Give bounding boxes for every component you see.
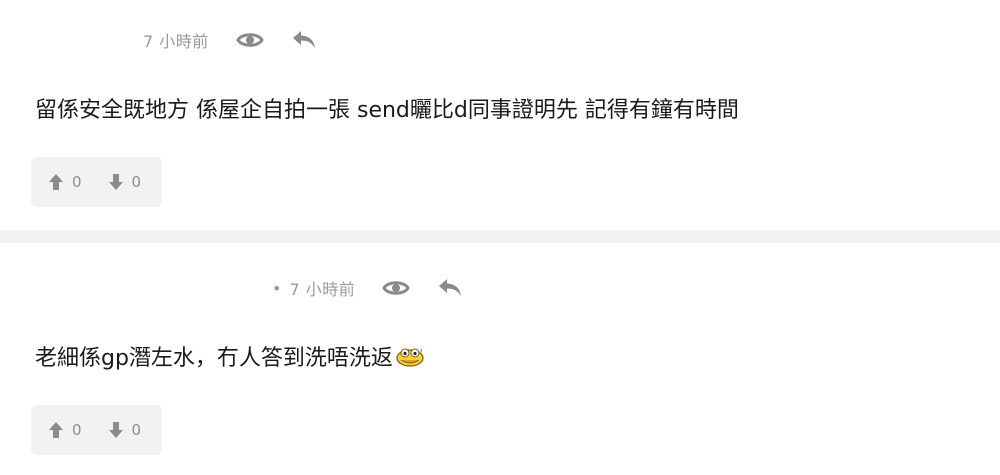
vote-box: 0 0 (31, 405, 162, 455)
downvote-count: 0 (131, 421, 142, 439)
arrow-down-icon (108, 173, 124, 191)
timestamp: 7 小時前 (143, 32, 209, 51)
sweating-face-emoji-icon (395, 344, 424, 368)
meta-dot: • (272, 278, 282, 298)
arrow-up-icon (48, 173, 64, 191)
eye-icon[interactable] (381, 273, 411, 303)
comment-text-row: 老細係gp潛左水，冇人答到洗唔洗返 (35, 340, 424, 372)
reply-arrow-icon[interactable] (435, 273, 465, 303)
downvote-count: 0 (131, 173, 142, 191)
comment-text: 老細係gp潛左水，冇人答到洗唔洗返 (35, 346, 393, 371)
upvote-button[interactable]: 0 (48, 421, 82, 439)
upvote-count: 0 (72, 173, 82, 191)
vote-box: 0 0 (31, 157, 162, 207)
comment-separator (0, 230, 1000, 243)
reply-arrow-icon[interactable] (289, 25, 319, 55)
upvote-button[interactable]: 0 (48, 173, 82, 191)
comment-meta: 7 小時前 (143, 25, 319, 55)
eye-icon[interactable] (235, 25, 265, 55)
comment-meta: • 7 小時前 (272, 273, 465, 303)
arrow-up-icon (48, 421, 64, 439)
downvote-button[interactable]: 0 (108, 421, 142, 439)
upvote-count: 0 (72, 421, 82, 439)
downvote-button[interactable]: 0 (108, 173, 142, 191)
timestamp: 7 小時前 (289, 280, 356, 299)
arrow-down-icon (108, 421, 124, 439)
comment-1: 7 小時前 留係安全既地方 係屋企自拍一張 send曬比d同事證明先 記得有鐘有… (0, 0, 1000, 230)
comment-text: 留係安全既地方 係屋企自拍一張 send曬比d同事證明先 記得有鐘有時間 (35, 98, 739, 123)
